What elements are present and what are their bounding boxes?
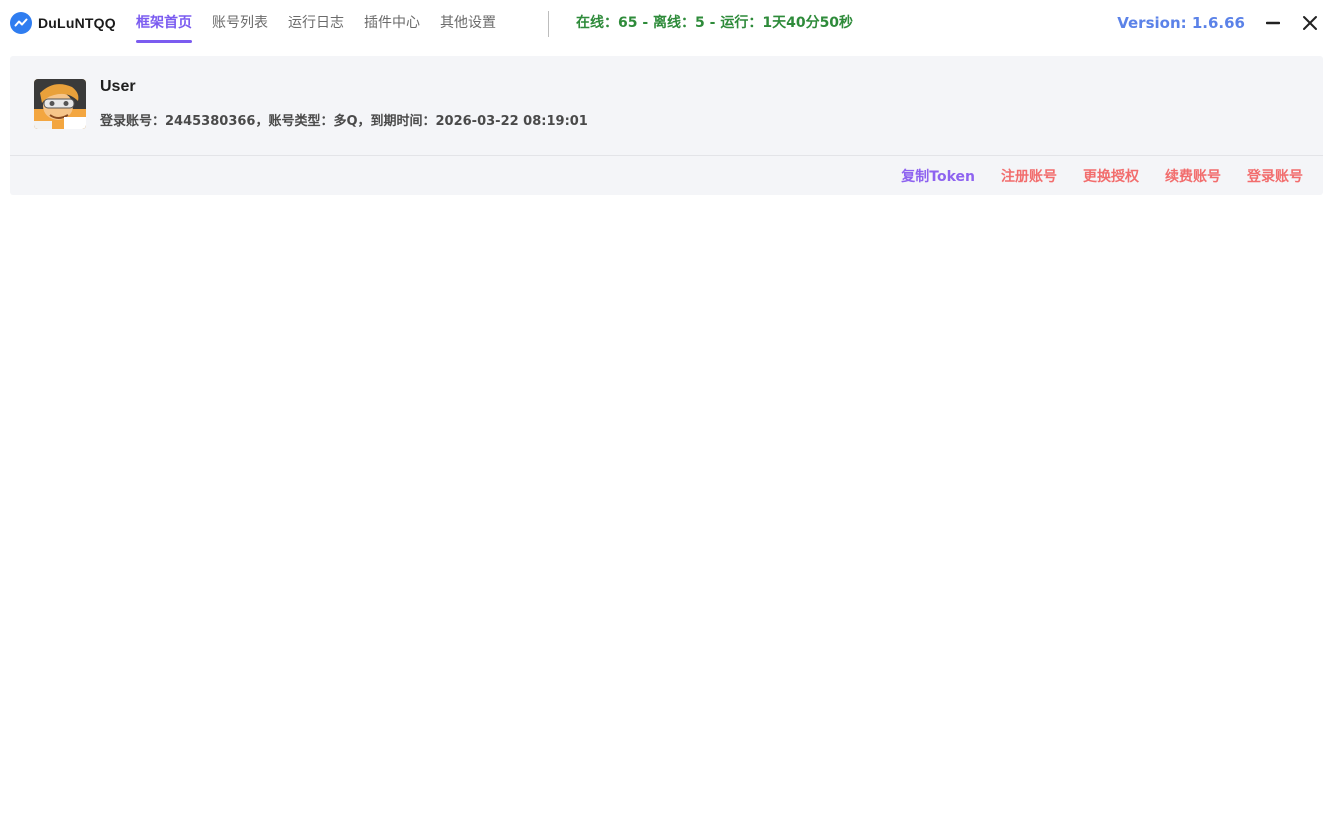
register-account-button[interactable]: 注册账号	[1001, 166, 1057, 186]
copy-token-button[interactable]: 复制Token	[901, 166, 975, 186]
minimize-icon	[1266, 21, 1280, 25]
app-logo-icon	[10, 12, 32, 34]
close-icon	[1303, 16, 1317, 30]
main-tabs: 框架首页 账号列表 运行日志 插件中心 其他设置	[136, 0, 516, 48]
tab-run-log[interactable]: 运行日志	[288, 0, 344, 48]
account-actions: 复制Token 注册账号 更换授权 续费账号 登录账号	[875, 156, 1303, 195]
change-auth-button[interactable]: 更换授权	[1083, 166, 1139, 186]
title-divider	[548, 11, 549, 37]
renew-account-button[interactable]: 续费账号	[1165, 166, 1221, 186]
account-info: 登录账号：2445380366，账号类型：多Q，到期时间：2026-03-22 …	[100, 114, 588, 129]
tab-account-list[interactable]: 账号列表	[212, 0, 268, 48]
username: User	[100, 78, 136, 95]
version-label: Version: 1.6.66	[1117, 14, 1245, 32]
app-logo: DuLuNTQQ	[10, 12, 116, 34]
app-name: DuLuNTQQ	[38, 15, 116, 31]
avatar	[34, 79, 86, 129]
tab-home[interactable]: 框架首页	[136, 0, 192, 48]
minimize-button[interactable]	[1262, 12, 1284, 34]
tab-other-settings[interactable]: 其他设置	[440, 0, 496, 48]
login-account-button[interactable]: 登录账号	[1247, 166, 1303, 186]
title-bar: DuLuNTQQ 框架首页 账号列表 运行日志 插件中心 其他设置 在线：65 …	[0, 0, 1331, 48]
close-button[interactable]	[1299, 12, 1321, 34]
user-card: User 登录账号：2445380366，账号类型：多Q，到期时间：2026-0…	[10, 56, 1323, 195]
status-text: 在线：65 - 离线：5 - 运行：1天40分50秒	[576, 15, 854, 31]
tab-plugin-center[interactable]: 插件中心	[364, 0, 420, 48]
user-card-header: User 登录账号：2445380366，账号类型：多Q，到期时间：2026-0…	[10, 56, 1323, 155]
